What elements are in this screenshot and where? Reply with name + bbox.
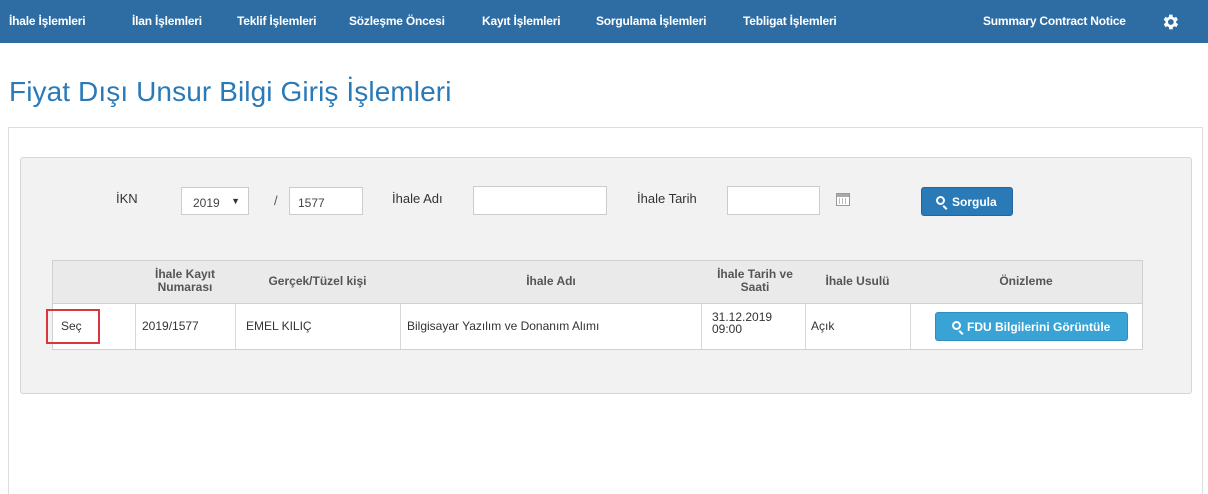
ikn-year-value: 2019: [193, 196, 220, 210]
row-kisi: EMEL KILIÇ: [246, 319, 312, 333]
col-divider: [400, 304, 401, 349]
nav-teklif-islemleri[interactable]: Teklif İşlemleri: [237, 0, 316, 43]
col-divider: [910, 304, 911, 349]
fdu-preview-button-label: FDU Bilgilerini Görüntüle: [967, 320, 1111, 334]
header-kayit-no: İhale Kayıt Numarası: [154, 267, 216, 294]
ikn-year-select[interactable]: 2019 ▼: [181, 187, 249, 215]
ihale-adi-label: İhale Adı: [392, 191, 443, 206]
row-usul: Açık: [811, 319, 835, 333]
page-title: Fiyat Dışı Unsur Bilgi Giriş İşlemleri: [9, 76, 452, 107]
header-kisi: Gerçek/Tüzel kişi: [268, 274, 367, 288]
row-kayit-no: 2019/1577: [142, 319, 199, 333]
nav-tebligat-islemleri[interactable]: Tebligat İşlemleri: [743, 0, 837, 43]
header-ihale-adi: İhale Adı: [526, 274, 576, 288]
col-divider: [135, 304, 136, 349]
row-tarih-time: 09:00: [712, 322, 743, 336]
nav-summary-contract-notice[interactable]: Summary Contract Notice: [983, 0, 1126, 43]
col-divider: [235, 304, 236, 349]
chevron-down-icon: ▼: [231, 196, 240, 206]
nav-ilan-islemleri[interactable]: İlan İşlemleri: [132, 0, 202, 43]
nav-sozlesme-oncesi[interactable]: Sözleşme Öncesi: [349, 0, 445, 43]
nav-sorgulama-islemleri[interactable]: Sorgulama İşlemleri: [596, 0, 706, 43]
ihale-tarih-label: İhale Tarih: [637, 191, 697, 206]
highlight-box: [46, 309, 100, 344]
sorgula-button[interactable]: Sorgula: [921, 187, 1013, 216]
header-onizleme: Önizleme: [999, 274, 1053, 288]
ikn-number-value: 1577: [298, 196, 325, 210]
col-divider: [701, 304, 702, 349]
gear-icon[interactable]: [1160, 12, 1180, 32]
table-header: İhale Kayıt Numarası Gerçek/Tüzel kişi İ…: [53, 261, 1142, 304]
fdu-preview-button[interactable]: FDU Bilgilerini Görüntüle: [935, 312, 1128, 341]
search-icon: [936, 196, 945, 205]
row-ihale-adi: Bilgisayar Yazılım ve Donanım Alımı: [407, 319, 600, 333]
search-icon: [952, 321, 961, 330]
sorgula-button-label: Sorgula: [952, 195, 997, 209]
ikn-number-input[interactable]: 1577: [289, 187, 363, 215]
ikn-label: İKN: [116, 191, 138, 206]
ihale-tarih-input[interactable]: [727, 186, 820, 215]
header-tarih: İhale Tarih ve Saati: [717, 267, 793, 294]
nav-ihale-islemleri[interactable]: İhale İşlemleri: [9, 0, 86, 43]
ihale-adi-input[interactable]: [473, 186, 607, 215]
header-usul: İhale Usulü: [825, 274, 890, 288]
top-navbar: İhale İşlemleri İlan İşlemleri Teklif İş…: [0, 0, 1208, 43]
nav-kayit-islemleri[interactable]: Kayıt İşlemleri: [482, 0, 561, 43]
calendar-icon[interactable]: [836, 193, 850, 206]
ikn-separator: /: [274, 193, 278, 208]
col-divider: [805, 304, 806, 349]
